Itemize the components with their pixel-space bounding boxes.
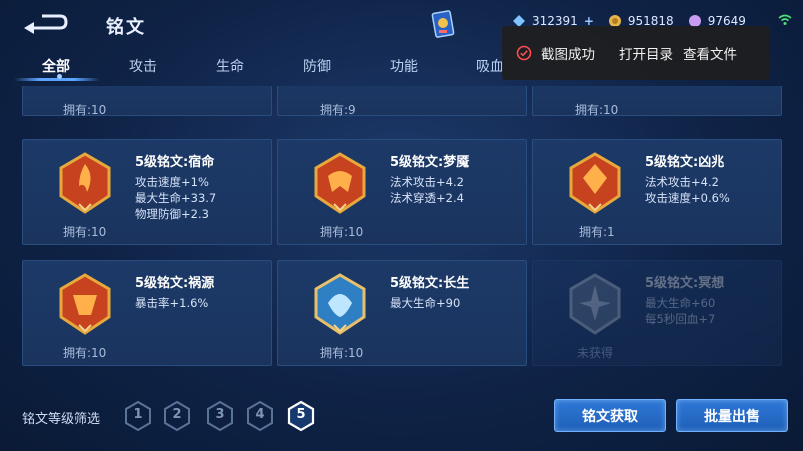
tab-defense[interactable]: 防御 [303, 56, 331, 76]
inscription-name: 5级铭文:梦魇 [390, 155, 470, 170]
tab-lifesteal[interactable]: 吸血 [476, 56, 504, 76]
toast-message: 截图成功 [541, 47, 595, 63]
owned-count: 拥有:10 [320, 346, 364, 360]
active-tab-dot [57, 74, 62, 79]
level-filter-label: 铭文等级筛选 [22, 412, 101, 427]
level-filter-2[interactable]: 2 [162, 400, 192, 432]
inscription-card[interactable]: 拥有:10 [532, 86, 782, 117]
stat-line: 最大生命+33.7 [135, 191, 217, 205]
inscription-stats: 最大生命+90 [390, 295, 460, 311]
inscription-card-xiongzhao[interactable]: 5级铭文:凶兆 法术攻击+4.2 攻击速度+0.6% 拥有:1 [532, 139, 782, 245]
stat-line: 暴击率+1.6% [135, 296, 209, 310]
stat-line: 攻击速度+0.6% [645, 191, 730, 205]
level-filter-5[interactable]: 5 [286, 400, 316, 432]
inscription-card-mengyan[interactable]: 5级铭文:梦魇 法术攻击+4.2 法术穿透+2.4 拥有:10 [277, 139, 527, 245]
inscription-name: 5级铭文:冥想 [645, 276, 725, 291]
owned-count: 拥有:10 [63, 225, 107, 239]
owned-count: 未获得 [577, 346, 614, 360]
stat-line: 法术穿透+2.4 [390, 191, 464, 205]
level-filter-4[interactable]: 4 [245, 400, 275, 432]
red-inscription-emblem-icon [569, 152, 621, 214]
event-card-icon[interactable] [430, 8, 456, 40]
level-number: 3 [215, 407, 225, 422]
stat-line: 最大生命+90 [390, 296, 461, 310]
owned-count: 拥有:9 [320, 103, 356, 117]
tab-all[interactable]: 全部 [42, 56, 70, 76]
stat-line: 法术攻击+4.2 [390, 175, 464, 189]
owned-count: 拥有:10 [320, 225, 364, 239]
inscription-stats: 法术攻击+4.2 法术穿透+2.4 [390, 174, 464, 206]
stat-line: 法术攻击+4.2 [645, 175, 719, 189]
inscription-name: 5级铭文:凶兆 [645, 155, 725, 170]
level-number: 4 [255, 407, 265, 422]
level-number: 5 [296, 407, 306, 422]
inscription-card[interactable]: 拥有:10 [22, 86, 272, 117]
inscription-card[interactable]: 拥有:9 [277, 86, 527, 117]
view-file-link[interactable]: 查看文件 [683, 43, 737, 63]
inscription-card-changsheng[interactable]: 5级铭文:长生 最大生命+90 拥有:10 [277, 260, 527, 366]
inscription-stats: 法术攻击+4.2 攻击速度+0.6% [645, 174, 730, 206]
stat-line: 每5秒回血+7 [645, 312, 716, 326]
inscription-name: 5级铭文:长生 [390, 276, 470, 291]
tab-health[interactable]: 生命 [216, 56, 244, 76]
open-directory-link[interactable]: 打开目录 [619, 43, 673, 63]
stat-line: 最大生命+60 [645, 296, 716, 310]
footer-bar: 铭文等级筛选 1 2 3 4 5 铭文获取 批量出售 [0, 392, 803, 442]
level-filter-3[interactable]: 3 [205, 400, 235, 432]
owned-count: 拥有:10 [575, 103, 619, 117]
wifi-icon [778, 14, 792, 25]
tab-attack[interactable]: 攻击 [129, 56, 157, 76]
inscription-grid: 拥有:10 拥有:9 拥有:10 5级铭文:宿命 攻击速度+1% 最大生命+33… [0, 86, 803, 376]
level-number: 2 [172, 407, 182, 422]
inscription-stats: 暴击率+1.6% [135, 295, 208, 311]
level-filter-1[interactable]: 1 [123, 400, 153, 432]
inscription-card-suming[interactable]: 5级铭文:宿命 攻击速度+1% 最大生命+33.7 物理防御+2.3 拥有:10 [22, 139, 272, 245]
owned-count: 拥有:10 [63, 346, 107, 360]
tab-utility[interactable]: 功能 [390, 56, 418, 76]
inscription-card-mingxiang[interactable]: 5级铭文:冥想 最大生命+60 每5秒回血+7 未获得 [532, 260, 782, 366]
back-arrow-icon[interactable] [22, 10, 70, 36]
stat-line: 攻击速度+1% [135, 175, 209, 189]
red-inscription-emblem-icon [59, 273, 111, 335]
inscription-name: 5级铭文:祸源 [135, 276, 215, 291]
inscription-card-huoyuan[interactable]: 5级铭文:祸源 暴击率+1.6% 拥有:10 [22, 260, 272, 366]
bulk-sell-button[interactable]: 批量出售 [676, 399, 788, 432]
owned-count: 拥有:1 [579, 225, 615, 239]
stat-line: 物理防御+2.3 [135, 207, 209, 221]
inscription-name: 5级铭文:宿命 [135, 155, 215, 170]
page-title: 铭文 [106, 17, 146, 38]
screenshot-toast: 截图成功 打开目录 查看文件 [502, 26, 770, 80]
owned-count: 拥有:10 [63, 103, 107, 117]
inscription-stats: 攻击速度+1% 最大生命+33.7 物理防御+2.3 [135, 174, 216, 222]
red-inscription-emblem-icon [314, 152, 366, 214]
check-circle-icon [516, 45, 532, 61]
red-inscription-emblem-icon [59, 152, 111, 214]
level-number: 1 [133, 407, 143, 422]
blue-inscription-emblem-icon [569, 273, 621, 335]
blue-inscription-emblem-icon [314, 273, 366, 335]
inscription-stats: 最大生命+60 每5秒回血+7 [645, 295, 715, 327]
acquire-inscription-button[interactable]: 铭文获取 [554, 399, 666, 432]
